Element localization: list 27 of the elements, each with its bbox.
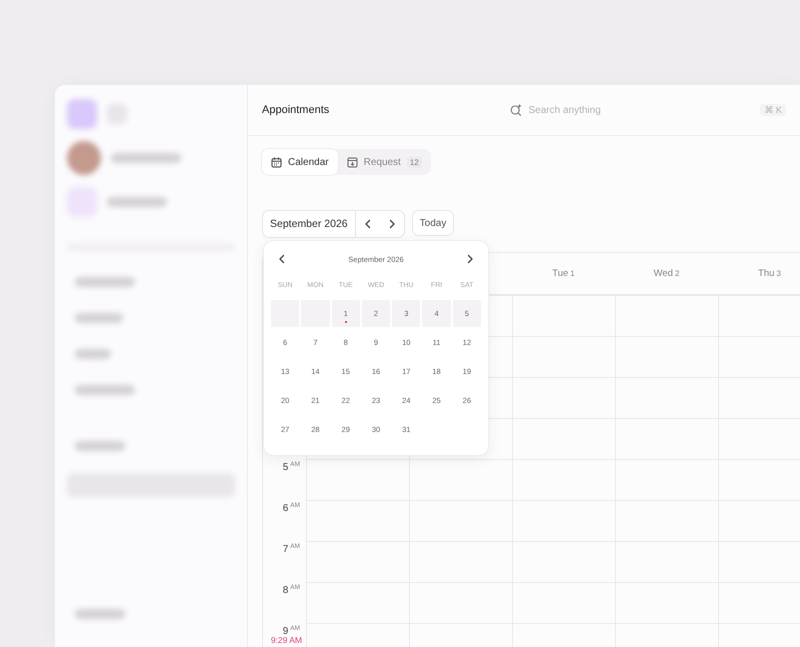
hour-label: 7 $^{AM}$: [282, 544, 300, 555]
day-column-header: Wed 2: [615, 253, 718, 296]
page-title: Appointments: [262, 104, 330, 116]
search-icon: [510, 104, 522, 116]
inbox-download-icon: [346, 156, 358, 168]
day-column-header: Thu 3: [718, 253, 800, 296]
time-slot[interactable]: [306, 460, 409, 501]
previous-month-button[interactable]: [277, 254, 287, 264]
hour-label: 8 $^{AM}$: [282, 585, 300, 596]
chevron-left-icon: [277, 254, 287, 264]
count-badge: 12: [406, 156, 422, 168]
hour-label: 9 $^{AM}$: [282, 626, 300, 637]
view-tab[interactable]: Calendar: [262, 149, 338, 175]
shortcut-hint: ⌘ K: [760, 104, 786, 116]
hour-label: 5 $^{AM}$: [282, 462, 300, 473]
day-column-header: Tue 1: [512, 253, 615, 296]
hour-label: 6 $^{AM}$: [282, 503, 300, 514]
view-tab[interactable]: Request 12: [338, 149, 431, 175]
calendar-icon: [271, 156, 282, 168]
search-field[interactable]: Search anything: [510, 104, 680, 116]
chevron-right-icon: [465, 254, 475, 264]
chevron-left-icon: [362, 219, 373, 229]
time-slot[interactable]: [409, 460, 512, 501]
current-time-label: 9:29 AM: [270, 635, 302, 645]
blurred-logo: [67, 99, 97, 129]
next-month-button[interactable]: [465, 254, 475, 264]
today-button[interactable]: Today: [412, 210, 454, 236]
